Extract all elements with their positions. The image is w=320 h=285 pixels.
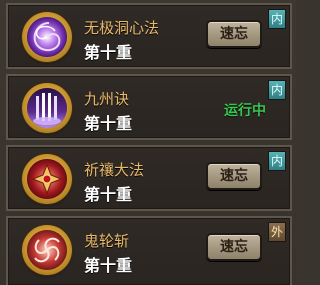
outer-tag-badge: 外	[268, 222, 286, 242]
skill-name: 九州诀	[84, 90, 130, 108]
skill-list-panel: 无极洞心法 第十重 速忘 内 九州诀 第十重 运行中 内 祈禳大法 第十重 速忘…	[0, 0, 296, 285]
skill-card-4[interactable]: 鬼轮斩 第十重 速忘 外	[6, 216, 292, 285]
inner-tag-badge: 内	[268, 9, 286, 29]
red-emblem-icon	[27, 159, 67, 199]
inner-tag-badge: 内	[268, 80, 286, 100]
skill-level: 第十重	[84, 185, 133, 204]
running-status: 运行中	[224, 103, 266, 119]
skill-name: 无极洞心法	[84, 19, 160, 37]
skill-card-2[interactable]: 九州诀 第十重 运行中 内	[6, 74, 292, 140]
inner-tag-badge: 内	[268, 151, 286, 171]
forget-button[interactable]: 速忘	[206, 233, 262, 261]
purple-vortex-icon	[27, 17, 67, 57]
red-swirl-icon	[27, 230, 67, 270]
purple-pillars-icon	[27, 88, 67, 128]
forget-button[interactable]: 速忘	[206, 162, 262, 190]
skill-name: 鬼轮斩	[84, 232, 130, 250]
skill-level: 第十重	[84, 256, 133, 275]
skill-level: 第十重	[84, 43, 133, 62]
skill-card-1[interactable]: 无极洞心法 第十重 速忘 内	[6, 3, 292, 69]
forget-button[interactable]: 速忘	[206, 20, 262, 48]
skill-name: 祈禳大法	[84, 161, 145, 179]
skill-icon-frame	[22, 154, 72, 204]
skill-icon-frame	[22, 12, 72, 62]
skill-card-3[interactable]: 祈禳大法 第十重 速忘 内	[6, 145, 292, 211]
skill-icon-frame	[22, 225, 72, 275]
skill-icon-frame	[22, 83, 72, 133]
skill-level: 第十重	[84, 114, 133, 133]
